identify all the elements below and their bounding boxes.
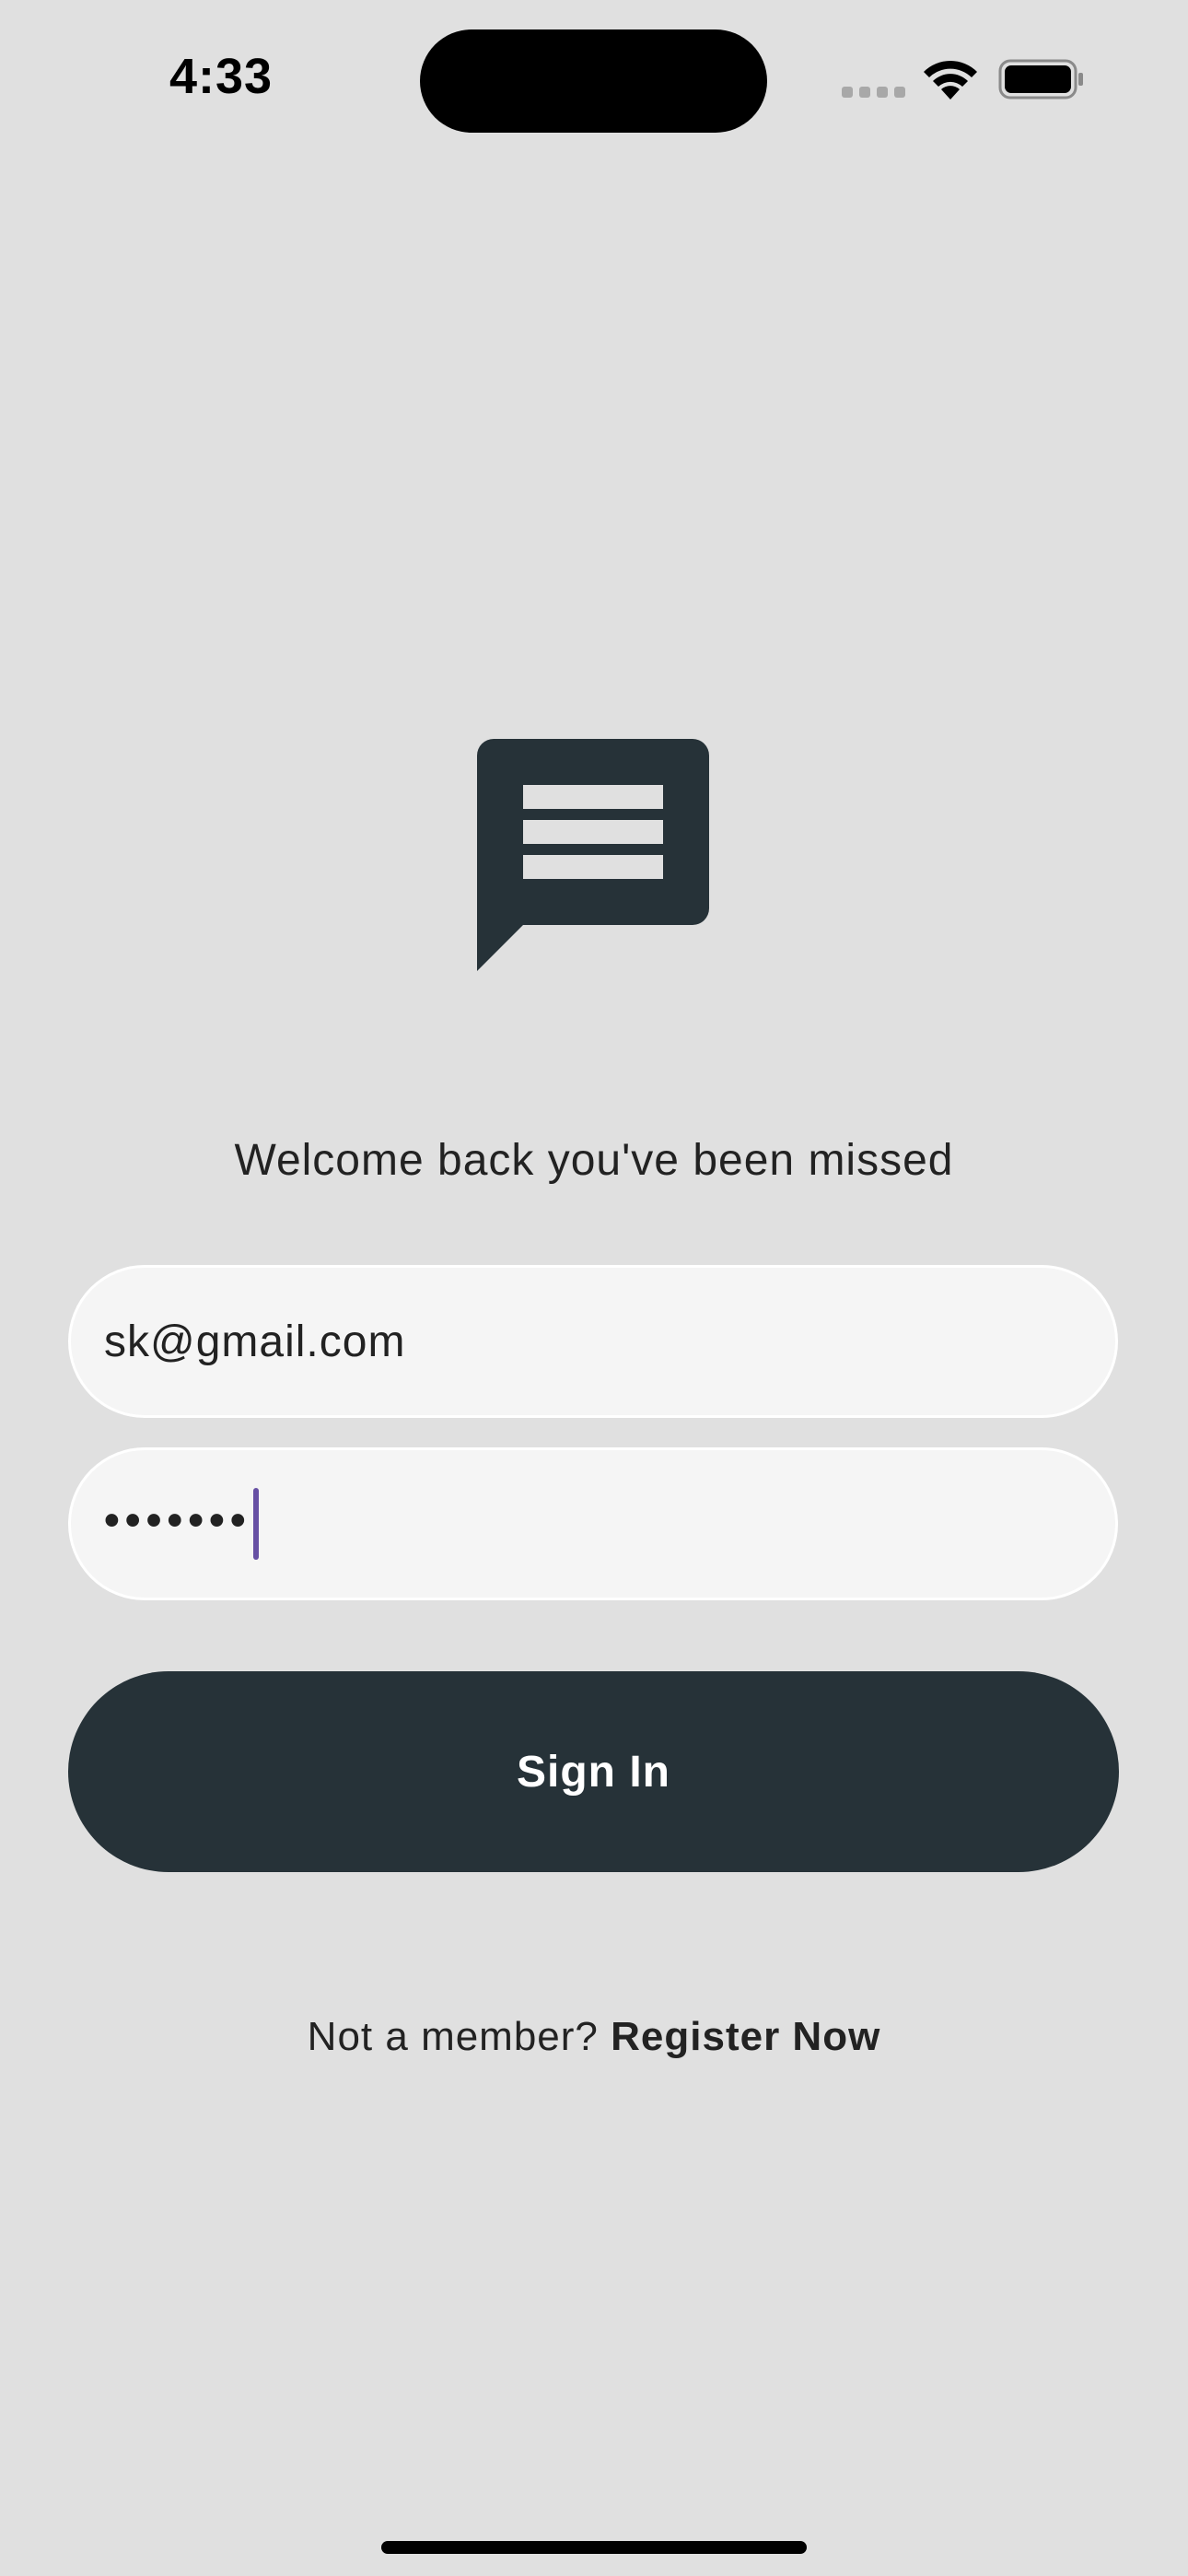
- register-prompt: Not a member?: [307, 2014, 599, 2059]
- wifi-icon: [924, 60, 977, 100]
- welcome-message: Welcome back you've been missed: [234, 1136, 954, 1185]
- email-value: sk@gmail.com: [104, 1317, 406, 1366]
- password-field[interactable]: •••••••: [68, 1447, 1118, 1600]
- register-row: Not a member? Register Now: [0, 2014, 1188, 2060]
- status-time: 4:33: [169, 49, 274, 104]
- password-value: •••••••: [104, 1495, 251, 1545]
- text-cursor: [252, 1488, 259, 1560]
- battery-icon: [998, 59, 1083, 100]
- dynamic-island: [420, 29, 767, 133]
- cellular-signal-icon: [842, 87, 906, 98]
- register-now-link[interactable]: Register Now: [611, 2014, 880, 2059]
- email-field[interactable]: sk@gmail.com: [68, 1265, 1118, 1418]
- home-indicator[interactable]: [381, 2541, 807, 2554]
- sign-in-button[interactable]: Sign In: [68, 1671, 1119, 1872]
- sign-in-label: Sign In: [517, 1747, 670, 1797]
- chat-bubble-icon: [477, 739, 709, 971]
